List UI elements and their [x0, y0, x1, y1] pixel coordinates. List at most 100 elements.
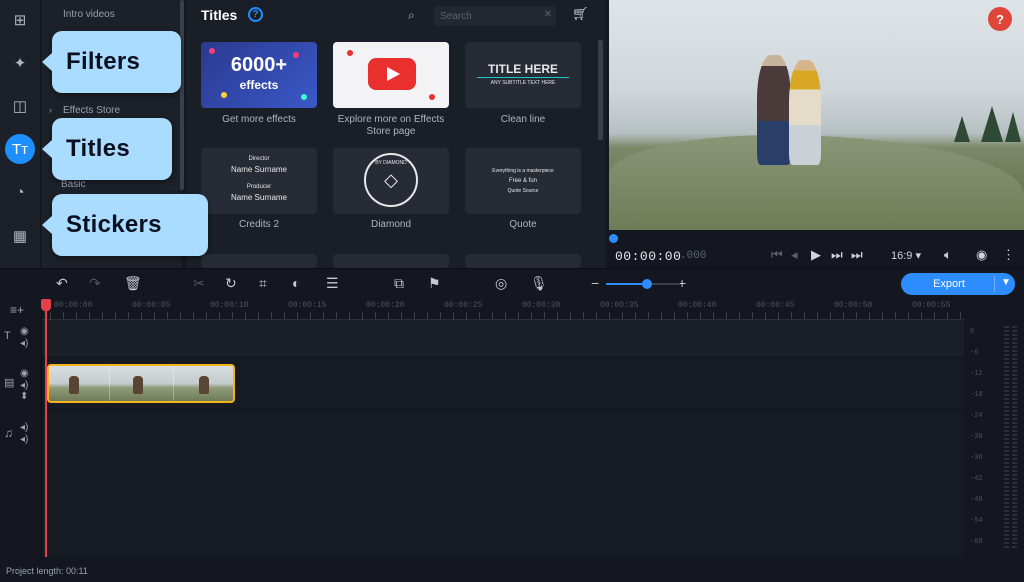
ruler-tick [349, 312, 350, 319]
tile-subtitle-text: ANY SUBTITLE TEXT HERE [490, 80, 556, 86]
rotate-icon[interactable]: ↻ [225, 275, 237, 292]
delete-icon[interactable]: 🗑︎ [124, 275, 142, 292]
mute-icon[interactable]: ◂) [20, 338, 28, 349]
playhead[interactable] [45, 300, 47, 557]
skip-end-icon[interactable]: ⏭ [851, 247, 863, 263]
timecode-fraction: .000 [680, 250, 707, 262]
seek-handle[interactable] [609, 234, 618, 243]
webcam-icon[interactable]: ◎ [495, 275, 507, 292]
import-icon[interactable]: ⊞ [6, 6, 34, 34]
microphone-icon[interactable]: 🎙︎ [530, 275, 548, 292]
tile-label: Get more effects [222, 114, 296, 125]
ruler-tick-label: 00:00:05 [132, 301, 171, 310]
zoom-slider-handle[interactable] [642, 279, 652, 289]
tile-partial[interactable] [465, 254, 581, 268]
lock-icon[interactable]: ⬍ [20, 391, 28, 402]
ruler-tick [271, 312, 272, 319]
tile-text: Free & fun [508, 178, 537, 184]
video-clip[interactable] [47, 364, 235, 403]
ruler-tick [206, 312, 207, 319]
ruler-tick [141, 312, 142, 319]
search-input[interactable] [434, 6, 556, 26]
transition-icon[interactable]: ◫ [6, 92, 34, 120]
step-back-icon[interactable]: ◂ [791, 247, 798, 263]
help-icon[interactable]: ? [248, 7, 263, 22]
sticker-icon[interactable]: ◔ [6, 178, 34, 206]
chevron-right-icon[interactable]: › [49, 105, 52, 115]
list-item-basic[interactable]: Basic [61, 179, 85, 190]
magic-wand-icon[interactable]: ✦ [6, 49, 34, 77]
ruler-tick-label: 00:00:25 [444, 301, 483, 310]
step-forward-icon[interactable]: ⏭ [831, 247, 843, 263]
video-editor-window: ⊞ ✦ ◫ Tт ◔ ▦ Intro videos › Effects Stor… [0, 0, 1024, 582]
ruler-tick [180, 312, 181, 319]
text-track[interactable] [42, 320, 964, 356]
tile-partial[interactable] [333, 254, 449, 268]
more-icon[interactable]: ⋮ [1002, 247, 1015, 263]
add-track-icon[interactable]: ≡+ [10, 303, 24, 317]
cut-icon[interactable]: ✂ [193, 275, 205, 292]
tile-label: Diamond [370, 219, 412, 230]
ruler-tick [921, 312, 922, 319]
flag-icon[interactable]: ⚑ [428, 275, 441, 292]
zoom-out-icon[interactable]: − [591, 275, 599, 291]
ruler-tick-label: 00:00:50 [834, 301, 873, 310]
list-item-effects-store[interactable]: Effects Store [63, 105, 120, 116]
help-icon[interactable]: ? [988, 7, 1012, 31]
audio-track[interactable] [42, 410, 964, 558]
search-icon[interactable]: ⌕ [408, 8, 415, 23]
meter-bar-left [1004, 326, 1009, 548]
track-headers: ≡+ T ◉ ◂) ▤ ◉ ◂) ⬍ ♫ ◂) ◂) [0, 298, 42, 566]
mute-icon[interactable]: ◂) [20, 380, 28, 391]
tile-credits-2[interactable]: Director Name Surname Producer Name Surn… [201, 148, 317, 214]
titles-icon[interactable]: Tт [5, 134, 35, 164]
snapshot-icon[interactable]: ◉ [976, 247, 987, 263]
crop-icon[interactable]: ⌗ [259, 275, 267, 292]
tile-clean-line[interactable]: TITLE HERE ANY SUBTITLE TEXT HERE [465, 42, 581, 108]
ruler-tick [414, 312, 415, 319]
ruler-tick [232, 312, 233, 319]
video-track-icon: ▤ [4, 377, 15, 389]
aspect-ratio-select[interactable]: 16:9 ▾ [891, 249, 921, 262]
close-icon[interactable]: ✕ [544, 9, 552, 20]
tile-diamond[interactable]: BY DIAMOND ◇ [333, 148, 449, 214]
tile-text: Name Surname [230, 193, 288, 202]
volume-icon[interactable]: 🔈︎ [944, 247, 952, 263]
visibility-icon[interactable]: ◉ [20, 368, 29, 379]
panel-scrollbar[interactable] [598, 40, 603, 140]
ruler-tick [856, 312, 857, 319]
tile-get-more-effects[interactable]: 6000+ effects [201, 42, 317, 108]
ruler-tick-label: 00:00:35 [600, 301, 639, 310]
tile-effects-store[interactable] [333, 42, 449, 108]
skip-start-icon[interactable]: ⏮ [771, 247, 783, 263]
tile-quote[interactable]: Everything is a masterpiece Free & fun Q… [465, 148, 581, 214]
tile-partial[interactable] [201, 254, 317, 268]
timeline-ruler[interactable]: 00:00:00 00:00:05 00:00:10 00:00:15 00:00:20… [42, 298, 964, 320]
undo-icon[interactable]: ↶ [56, 275, 68, 292]
audio-mute-icon[interactable]: ◂) [20, 434, 28, 445]
playhead-handle[interactable] [41, 299, 51, 311]
ruler-tick-label: 00:00:40 [678, 301, 717, 310]
chevron-down-icon[interactable]: ▼ [1001, 277, 1011, 288]
callout-filters: Filters [42, 31, 181, 93]
redo-icon[interactable]: ↷ [89, 275, 101, 292]
cart-icon[interactable]: 🛒︎ [572, 6, 589, 22]
ruler-tick [817, 312, 818, 319]
ruler-tick [908, 312, 909, 319]
sidebar-scrollbar[interactable] [180, 0, 184, 190]
mute-icon[interactable]: ◂) [20, 422, 28, 433]
ruler-tick [518, 312, 519, 319]
visibility-icon[interactable]: ◉ [20, 326, 29, 337]
play-icon[interactable]: ▶ [811, 247, 821, 263]
ruler-tick-label: 00:00:30 [522, 301, 561, 310]
video-preview[interactable]: ? [609, 0, 1024, 230]
grid-icon[interactable]: ▦ [6, 222, 34, 250]
export-button[interactable]: Export ▼ [901, 273, 1015, 295]
color-adjust-icon[interactable]: ◐ [292, 275, 300, 291]
overlay-icon[interactable]: ⧉ [394, 275, 404, 292]
list-item-intro-videos[interactable]: Intro videos [63, 9, 115, 20]
tile-text: Everything is a masterpiece [492, 168, 554, 174]
ruler-tick [830, 312, 831, 319]
properties-icon[interactable]: ☰ [326, 275, 339, 292]
tile-text: Quote Source [507, 188, 539, 194]
